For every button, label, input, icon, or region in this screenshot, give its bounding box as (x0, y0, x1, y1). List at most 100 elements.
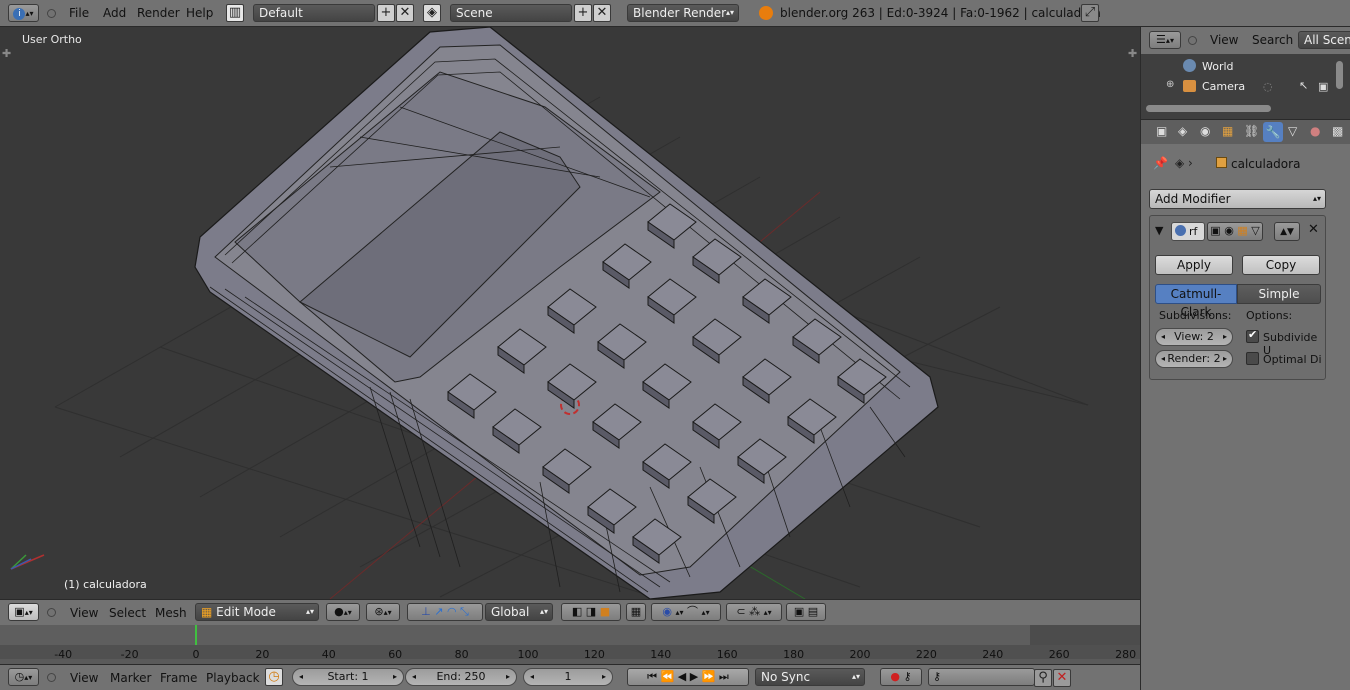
screen-layout-icon[interactable]: ▥ (226, 4, 244, 22)
prev-keyframe-icon[interactable]: ⏪ (661, 670, 675, 683)
menu-render[interactable]: Render (137, 6, 180, 20)
modifiers-tab-icon[interactable]: 🔧 (1263, 122, 1283, 142)
menu-view[interactable]: View (70, 671, 98, 685)
corner-plus-icon[interactable]: ✚ (1128, 47, 1137, 60)
fullscreen-icon[interactable]: ⤢ (1081, 4, 1099, 22)
catmull-clark-toggle[interactable]: Catmull-Clark (1155, 284, 1237, 319)
menu-frame[interactable]: Frame (160, 671, 197, 685)
sync-select[interactable]: No Sync ▴▾ (755, 668, 865, 686)
jump-end-icon[interactable]: ⏭ (719, 670, 729, 683)
select-mode-group[interactable]: ◧ ◨ ■ (561, 603, 621, 621)
close-icon[interactable]: ✕ (1308, 222, 1319, 237)
view-levels-field[interactable]: ◂ View: 2 ▸ (1155, 328, 1233, 346)
menu-view[interactable]: View (1210, 33, 1238, 47)
end-frame-field[interactable]: ◂ End: 250 ▸ (405, 668, 517, 686)
add-modifier-select[interactable]: Add Modifier ▴▾ (1149, 189, 1326, 209)
menu-add[interactable]: Add (103, 6, 126, 20)
close-layout-icon[interactable]: ✕ (396, 4, 414, 22)
outliner-item-world[interactable]: World (1202, 60, 1234, 73)
material-tab-icon[interactable]: ● (1310, 124, 1320, 138)
render-levels-field[interactable]: ◂ Render: 2 ▸ (1155, 350, 1233, 368)
render-view-group[interactable]: ▣ ▤ (786, 603, 826, 621)
collapse-menu-icon[interactable] (47, 9, 56, 18)
menu-marker[interactable]: Marker (110, 671, 151, 685)
copy-button[interactable]: Copy (1242, 255, 1320, 275)
outliner[interactable]: ☰▴▾ View Search All Scene World ⊕ Camera… (1141, 27, 1350, 119)
editor-type-button[interactable]: ▣▴▾ (8, 603, 39, 621)
display-mode-select[interactable]: All Scene (1298, 31, 1350, 49)
render-toggle-icon[interactable]: ▣ (1318, 80, 1328, 93)
next-keyframe-icon[interactable]: ⏩ (702, 670, 716, 683)
delete-keyframe-icon[interactable]: ✕ (1053, 669, 1071, 687)
pin-icon[interactable]: 📌 (1153, 156, 1168, 170)
simple-toggle[interactable]: Simple (1237, 284, 1321, 304)
collapse-menu-icon[interactable] (47, 608, 56, 617)
keying-set-field[interactable]: ⚷ (928, 668, 1035, 686)
modifier-name-field[interactable]: rf (1171, 222, 1205, 241)
apply-button[interactable]: Apply (1155, 255, 1233, 275)
start-frame-field[interactable]: ◂ Start: 1 ▸ (292, 668, 404, 686)
horizontal-scrollbar[interactable] (1146, 105, 1271, 112)
area-divider[interactable] (1140, 27, 1141, 690)
play-icon[interactable]: ▶ (690, 670, 698, 683)
texture-tab-icon[interactable]: ▩ (1332, 124, 1343, 138)
preview-range-icon[interactable]: ◷ (265, 668, 283, 686)
menu-playback[interactable]: Playback (206, 671, 260, 685)
3d-viewport[interactable]: User Ortho (1) calculadora ✚ ✚ (0, 27, 1140, 599)
render-engine-select[interactable]: Blender Render ▴▾ (627, 4, 739, 22)
menu-view[interactable]: View (70, 606, 98, 620)
occlude-geometry-icon[interactable]: ▦ (626, 603, 646, 621)
layers-tab-icon[interactable]: ◈ (1178, 124, 1187, 138)
current-frame-marker[interactable] (195, 625, 197, 645)
arrow-up-icon[interactable]: ▲ (1280, 227, 1287, 237)
move-modifier-buttons[interactable]: ▲▼ (1274, 222, 1300, 241)
render-tab-icon[interactable]: ▣ (1156, 124, 1167, 138)
vertical-scrollbar[interactable] (1336, 61, 1343, 89)
subdivide-uv-checkbox[interactable]: ✔ (1246, 328, 1259, 343)
orientation-select[interactable]: Global ▴▾ (485, 603, 553, 621)
scene-tab-icon[interactable]: ◉ (1200, 124, 1210, 138)
editmode-toggle-icon[interactable]: ▦ (1237, 224, 1247, 237)
timeline-track[interactable] (0, 625, 1140, 645)
layout-selector[interactable]: Default (253, 4, 375, 22)
add-scene-icon[interactable]: + (574, 4, 592, 22)
editor-type-button[interactable]: ☰▴▾ (1149, 31, 1181, 49)
optimal-display-checkbox[interactable] (1246, 352, 1259, 365)
restrict-view-icon[interactable]: ◌ (1263, 80, 1273, 93)
outliner-item-camera[interactable]: Camera (1202, 80, 1245, 93)
arrow-down-icon[interactable]: ▼ (1287, 227, 1294, 237)
collapse-menu-icon[interactable] (47, 673, 56, 682)
collapse-arrow-icon[interactable]: ▼ (1155, 224, 1163, 237)
proportional-edit-group[interactable]: ◉ ▴▾ ⌒ ▴▾ (651, 603, 721, 621)
expand-icon[interactable]: ⊕ (1166, 79, 1174, 90)
manipulator-group[interactable]: ⊥ ↗ ◠ ⤡ (407, 603, 483, 621)
eye-icon[interactable]: ◉ (1224, 224, 1234, 237)
add-layout-icon[interactable]: + (377, 4, 395, 22)
editor-type-button[interactable]: i ▴▾ (8, 4, 39, 22)
record-group[interactable]: ● ⚷ (880, 668, 922, 686)
mode-select[interactable]: ▦ Edit Mode ▴▾ (195, 603, 319, 621)
cage-toggle-icon[interactable]: ▽ (1251, 224, 1259, 237)
editor-type-button[interactable]: ◷▴▾ (8, 668, 39, 686)
snap-group[interactable]: ⊂ ⁂ ▴▾ (726, 603, 782, 621)
scene-icon[interactable]: ◈ (423, 4, 441, 22)
play-reverse-icon[interactable]: ◀ (678, 670, 686, 683)
object-tab-icon[interactable]: ▦ (1222, 124, 1233, 138)
render-toggle-icon[interactable]: ▣ (1210, 224, 1220, 237)
data-tab-icon[interactable]: ▽ (1288, 124, 1297, 138)
viewport-canvas[interactable] (0, 27, 1140, 599)
playback-controls[interactable]: ⏮ ⏪ ◀ ▶ ⏩ ⏭ (627, 668, 749, 686)
menu-help[interactable]: Help (186, 6, 213, 20)
constraints-tab-icon[interactable]: ⛓ (1244, 124, 1259, 138)
shading-select[interactable]: ●▴▾ (326, 603, 360, 621)
corner-plus-icon[interactable]: ✚ (2, 47, 11, 60)
cursor-select-icon[interactable]: ↖ (1299, 79, 1308, 92)
collapse-menu-icon[interactable] (1188, 36, 1197, 45)
menu-file[interactable]: File (69, 6, 89, 20)
current-frame-field[interactable]: ◂ 1 ▸ (523, 668, 613, 686)
jump-start-icon[interactable]: ⏮ (647, 670, 657, 683)
close-scene-icon[interactable]: ✕ (593, 4, 611, 22)
menu-search[interactable]: Search (1252, 33, 1293, 47)
pivot-select[interactable]: ⊛▴▾ (366, 603, 400, 621)
menu-mesh[interactable]: Mesh (155, 606, 187, 620)
